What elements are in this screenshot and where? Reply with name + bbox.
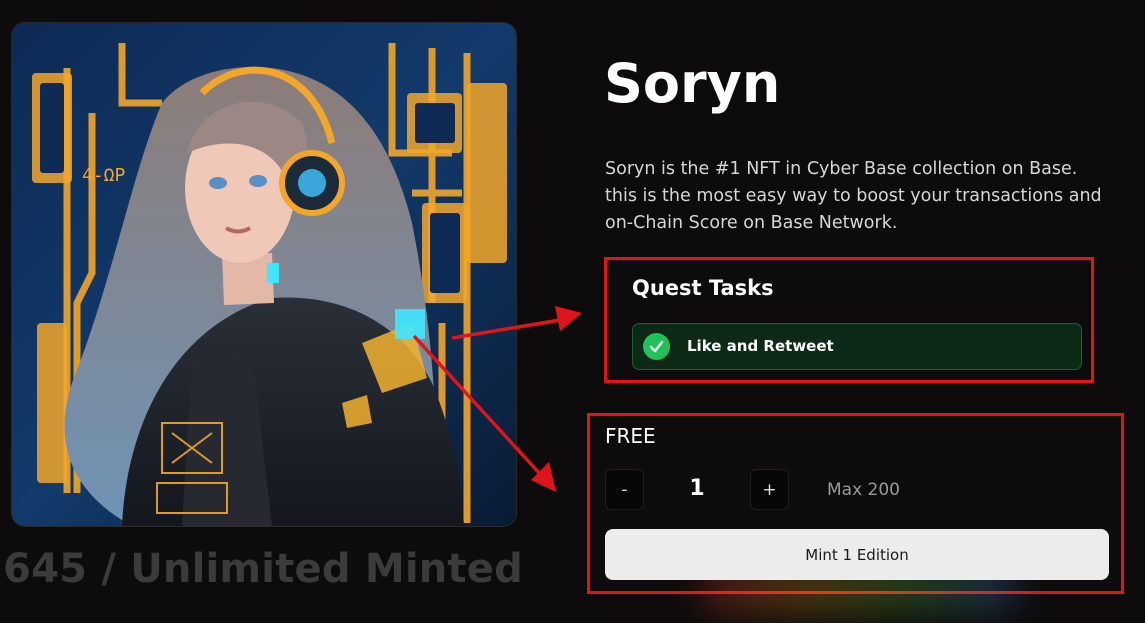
- arrowhead-icon: [531, 462, 556, 492]
- max-label: Max 200: [827, 480, 900, 500]
- task-like-retweet[interactable]: Like and Retweet: [632, 323, 1082, 370]
- svg-text:4-ΩP: 4-ΩP: [82, 165, 126, 186]
- minted-count: 645 / Unlimited Minted: [3, 546, 523, 592]
- nft-title: Soryn: [604, 52, 781, 115]
- nft-description: Soryn is the #1 NFT in Cyber Base collec…: [605, 159, 1102, 233]
- quest-title: Quest Tasks: [632, 276, 774, 300]
- decrement-button[interactable]: -: [605, 469, 644, 510]
- mint-button[interactable]: Mint 1 Edition: [605, 529, 1109, 580]
- price-label: FREE: [605, 424, 656, 448]
- checkmark-icon: [643, 333, 670, 360]
- mint-button-label: Mint 1 Edition: [805, 545, 909, 564]
- increment-button[interactable]: +: [750, 469, 789, 510]
- quantity-value: 1: [689, 476, 705, 501]
- nft-artwork: 4-ΩP: [11, 22, 517, 527]
- task-label: Like and Retweet: [687, 337, 834, 355]
- arrowhead-icon: [555, 306, 582, 331]
